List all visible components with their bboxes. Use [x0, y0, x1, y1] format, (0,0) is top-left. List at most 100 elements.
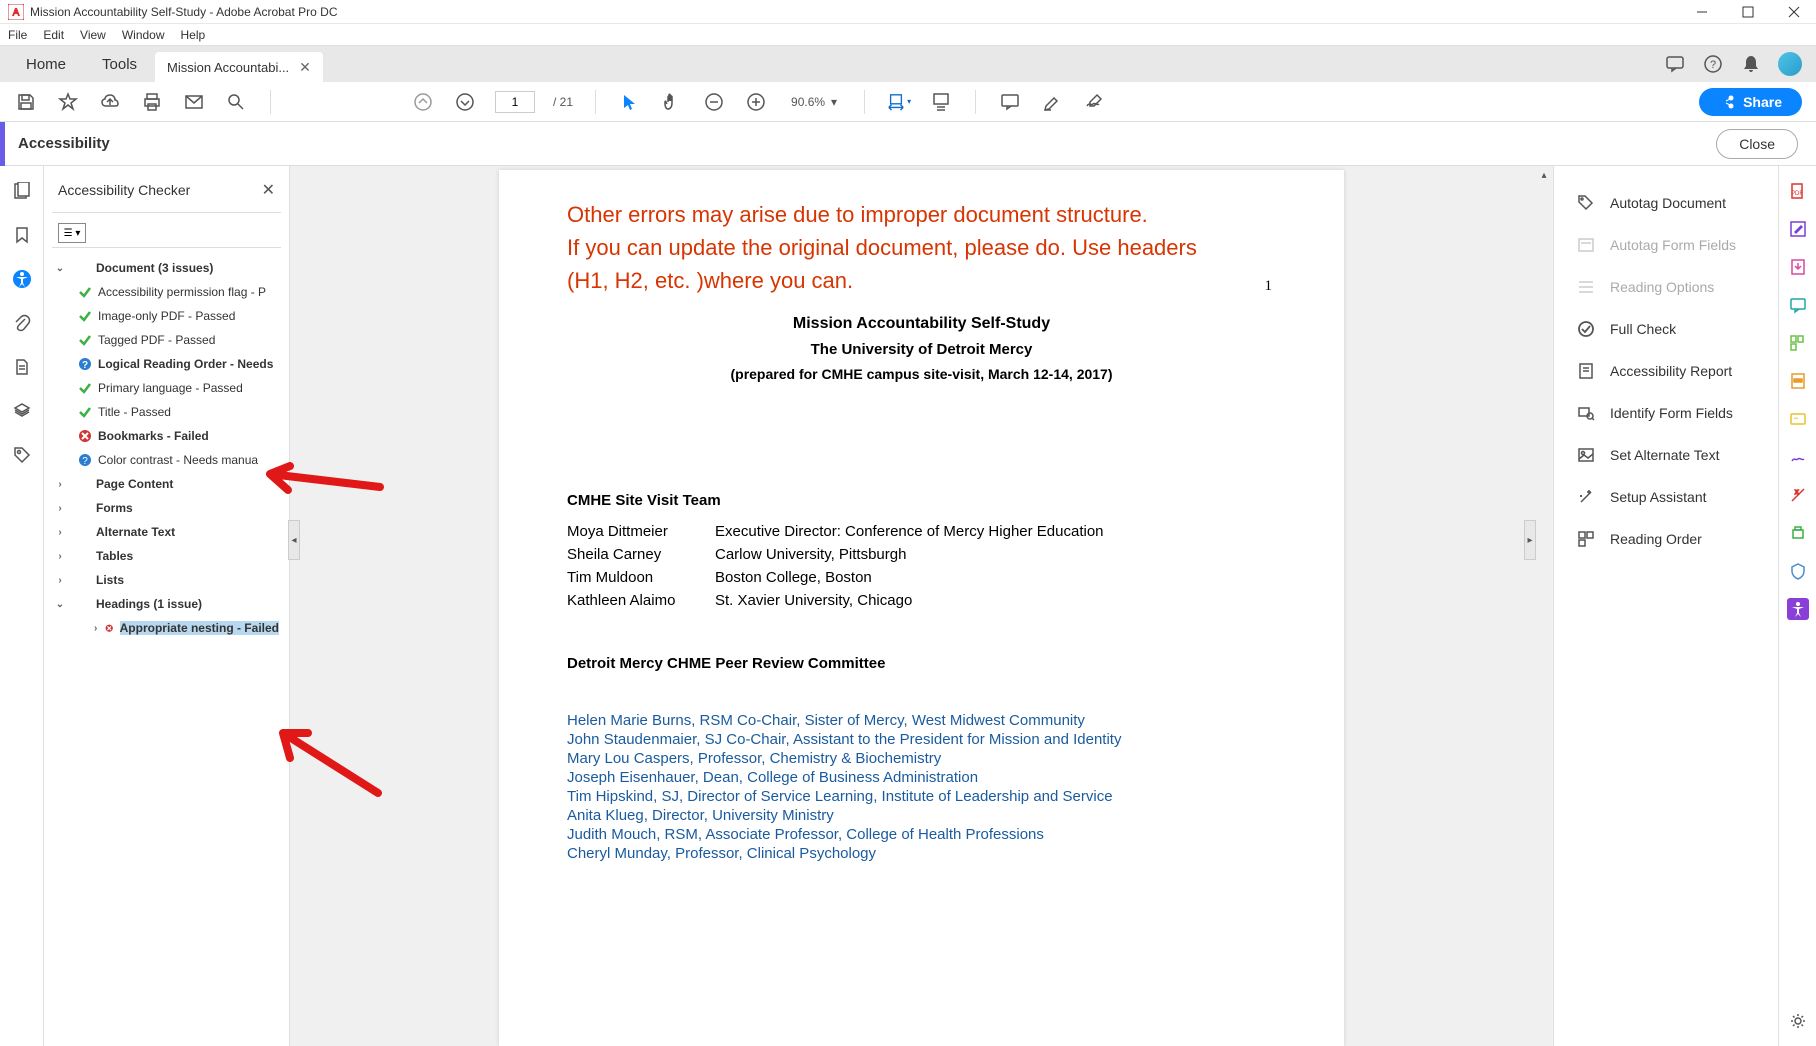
menu-edit[interactable]: Edit — [43, 28, 64, 42]
tab-tools[interactable]: Tools — [84, 46, 155, 82]
menu-window[interactable]: Window — [122, 28, 165, 42]
window-minimize-button[interactable] — [1688, 2, 1716, 22]
hand-tool-icon[interactable] — [660, 90, 684, 114]
item-appropriate-nesting[interactable]: ›Appropriate nesting - Failed — [52, 616, 281, 640]
item-color-contrast[interactable]: ?Color contrast - Needs manua — [52, 448, 281, 472]
menu-file[interactable]: File — [8, 28, 27, 42]
team-row: Tim MuldoonBoston College, Boston — [567, 569, 1276, 586]
group-page-content[interactable]: ›Page Content — [52, 472, 281, 496]
accent-bar — [0, 122, 5, 166]
comment-tool-icon[interactable] — [998, 90, 1022, 114]
close-tab-button[interactable]: ✕ — [299, 59, 311, 76]
bookmarks-icon[interactable] — [11, 224, 33, 246]
user-avatar[interactable] — [1778, 52, 1802, 76]
group-headings[interactable]: ⌄Headings (1 issue) — [52, 592, 281, 616]
print-icon[interactable] — [140, 90, 164, 114]
options-button[interactable]: ☰ ▾ — [58, 223, 86, 243]
print-production-icon[interactable] — [1787, 522, 1809, 544]
layers-icon[interactable] — [11, 400, 33, 422]
share-button[interactable]: Share — [1699, 88, 1802, 116]
group-document[interactable]: ⌄Document (3 issues) — [52, 256, 281, 280]
team-row: Sheila CarneyCarlow University, Pittsbur… — [567, 546, 1276, 563]
reading-order-button[interactable]: Reading Order — [1558, 518, 1774, 560]
tag-icon — [1576, 193, 1596, 213]
section-heading: Detroit Mercy CHME Peer Review Committee — [567, 655, 1276, 672]
organize-icon[interactable] — [1787, 332, 1809, 354]
help-icon[interactable]: ? — [1702, 53, 1724, 75]
close-panel-button[interactable]: Close — [1716, 129, 1798, 159]
identify-form-fields-button[interactable]: Identify Form Fields — [1558, 392, 1774, 434]
document-view[interactable]: Other errors may arise due to improper d… — [290, 166, 1553, 1046]
accessibility-report-button[interactable]: Accessibility Report — [1558, 350, 1774, 392]
star-icon[interactable] — [56, 90, 80, 114]
item-primary-language[interactable]: Primary language - Passed — [52, 376, 281, 400]
sign-tool-icon[interactable] — [1082, 90, 1106, 114]
thumbnails-icon[interactable] — [11, 180, 33, 202]
redact-icon[interactable] — [1787, 370, 1809, 392]
item-image-only[interactable]: Image-only PDF - Passed — [52, 304, 281, 328]
full-check-button[interactable]: Full Check — [1558, 308, 1774, 350]
list-icon — [1576, 277, 1596, 297]
comment-icon[interactable] — [1787, 294, 1809, 316]
cloud-icon[interactable] — [98, 90, 122, 114]
page-down-icon[interactable] — [453, 90, 477, 114]
protect-icon[interactable] — [1787, 560, 1809, 582]
page-number-input[interactable] — [495, 91, 535, 113]
notifications-icon[interactable] — [1740, 53, 1762, 75]
order-icon — [1576, 529, 1596, 549]
scrollbar[interactable]: ▴ — [1535, 166, 1553, 1046]
page-icon[interactable] — [11, 356, 33, 378]
menu-help[interactable]: Help — [181, 28, 206, 42]
item-title[interactable]: Title - Passed — [52, 400, 281, 424]
group-lists[interactable]: ›Lists — [52, 568, 281, 592]
doc-title: Mission Accountability Self-Study — [567, 315, 1276, 333]
highlight-tool-icon[interactable] — [1040, 90, 1064, 114]
window-maximize-button[interactable] — [1734, 2, 1762, 22]
zoom-select[interactable]: 90.6% ▾ — [786, 92, 842, 112]
window-close-button[interactable] — [1780, 2, 1808, 22]
accessibility-tools-panel: Autotag Document Autotag Form Fields Rea… — [1553, 166, 1778, 1046]
group-forms[interactable]: ›Forms — [52, 496, 281, 520]
tags-icon[interactable] — [11, 444, 33, 466]
info-icon: ? — [78, 357, 92, 371]
tab-home[interactable]: Home — [8, 46, 84, 82]
group-alt-text[interactable]: ›Alternate Text — [52, 520, 281, 544]
set-alternate-text-button[interactable]: Set Alternate Text — [1558, 434, 1774, 476]
item-tagged-pdf[interactable]: Tagged PDF - Passed — [52, 328, 281, 352]
zoom-in-icon[interactable] — [744, 90, 768, 114]
chevron-right-icon: › — [54, 503, 66, 514]
setup-assistant-button[interactable]: Setup Assistant — [1558, 476, 1774, 518]
save-icon[interactable] — [14, 90, 38, 114]
edit-pdf-icon[interactable] — [1787, 218, 1809, 240]
search-icon[interactable] — [224, 90, 248, 114]
group-tables[interactable]: ›Tables — [52, 544, 281, 568]
fit-page-icon[interactable] — [929, 90, 953, 114]
accessibility-tool-icon[interactable] — [1787, 598, 1809, 620]
fill-sign-icon[interactable] — [1787, 408, 1809, 430]
collapse-left-panel-button[interactable]: ◂ — [288, 520, 300, 560]
sign-icon[interactable] — [1787, 446, 1809, 468]
email-icon[interactable] — [182, 90, 206, 114]
toolbar-separator — [595, 90, 596, 114]
attachments-icon[interactable] — [11, 312, 33, 334]
item-reading-order[interactable]: ?Logical Reading Order - Needs — [52, 352, 281, 376]
scroll-up-icon[interactable]: ▴ — [1535, 166, 1553, 184]
comments-icon[interactable] — [1664, 53, 1686, 75]
accessibility-icon[interactable] — [11, 268, 33, 290]
export-pdf-icon[interactable] — [1787, 256, 1809, 278]
item-permission-flag[interactable]: Accessibility permission flag - P — [52, 280, 281, 304]
select-tool-icon[interactable] — [618, 90, 642, 114]
fit-width-icon[interactable]: ▾ — [887, 90, 911, 114]
autotag-document-button[interactable]: Autotag Document — [1558, 182, 1774, 224]
collapse-right-panel-button[interactable]: ▸ — [1524, 520, 1536, 560]
create-pdf-icon[interactable]: PDF — [1787, 180, 1809, 202]
close-icon[interactable]: ✕ — [262, 180, 275, 200]
settings-icon[interactable] — [1787, 1010, 1809, 1032]
document-tab[interactable]: Mission Accountabi... ✕ — [155, 52, 323, 82]
item-bookmarks[interactable]: Bookmarks - Failed — [52, 424, 281, 448]
checker-tree: ⌄Document (3 issues) Accessibility permi… — [52, 256, 281, 640]
measure-icon[interactable]: x — [1787, 484, 1809, 506]
page-up-icon[interactable] — [411, 90, 435, 114]
menu-view[interactable]: View — [80, 28, 106, 42]
zoom-out-icon[interactable] — [702, 90, 726, 114]
